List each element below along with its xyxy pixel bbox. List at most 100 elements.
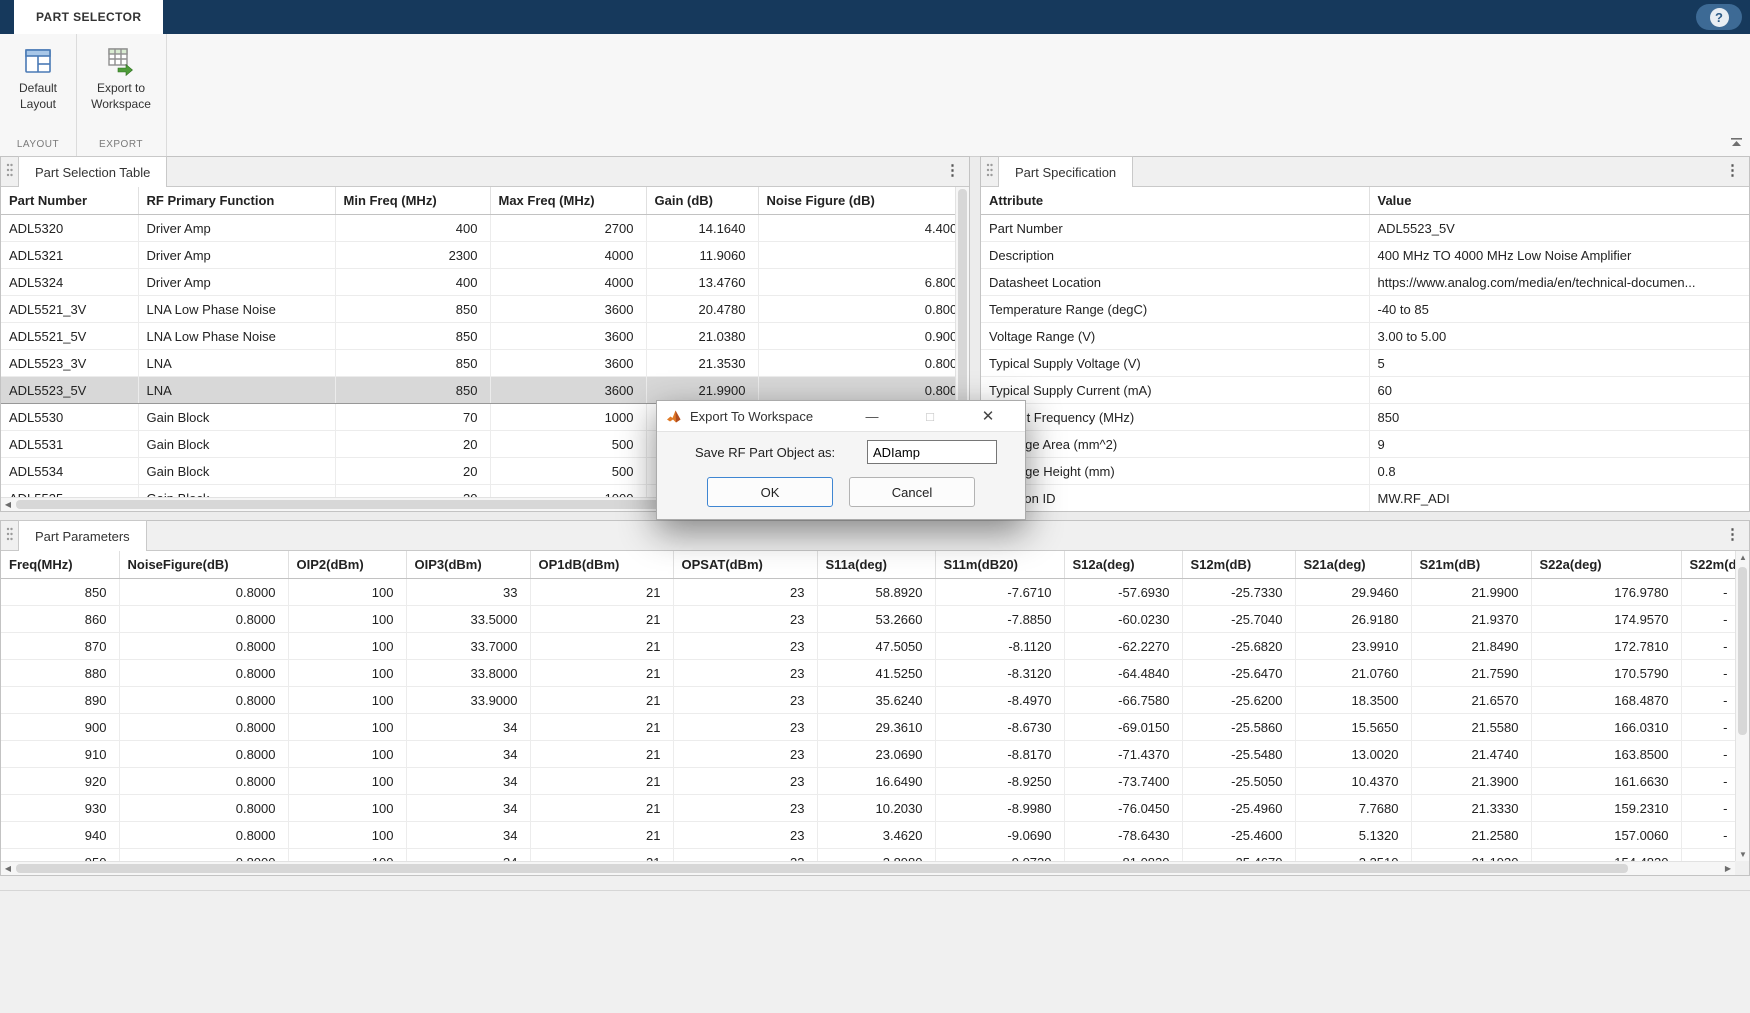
table-row[interactable]: 9000.800010034212329.3610-8.6730-69.0150…: [1, 714, 1735, 741]
cell[interactable]: -71.4370: [1064, 741, 1182, 768]
cell[interactable]: 3600: [490, 323, 646, 350]
column-header[interactable]: OIP3(dBm): [406, 551, 530, 579]
cell[interactable]: -25.4960: [1182, 795, 1295, 822]
table-row[interactable]: 9200.800010034212316.6490-8.9250-73.7400…: [1, 768, 1735, 795]
horizontal-scrollbar[interactable]: ◀ ▶: [1, 861, 1735, 875]
cell[interactable]: 161.6630: [1531, 768, 1681, 795]
table-row[interactable]: ADL5321Driver Amp2300400011.9060: [1, 242, 955, 269]
cell[interactable]: 21.1930: [1411, 849, 1531, 862]
cell[interactable]: 23: [673, 606, 817, 633]
cell[interactable]: Description: [981, 242, 1369, 269]
cell[interactable]: ADL5530: [1, 404, 138, 431]
cell[interactable]: 21.3330: [1411, 795, 1531, 822]
export-to-workspace-button[interactable]: Export to Workspace: [76, 34, 166, 132]
cell[interactable]: 0.8000: [119, 768, 288, 795]
cell[interactable]: 33: [406, 579, 530, 606]
cell[interactable]: 3600: [490, 350, 646, 377]
cell[interactable]: -8.1120: [935, 633, 1064, 660]
cell[interactable]: Gain Block: [138, 431, 335, 458]
cell[interactable]: -66.7580: [1064, 687, 1182, 714]
panel-grip-icon[interactable]: [986, 162, 993, 178]
column-header[interactable]: S21m(dB): [1411, 551, 1531, 579]
table-row[interactable]: Typical Supply Current (mA)60: [981, 377, 1749, 404]
cell[interactable]: 880: [1, 660, 119, 687]
table-row[interactable]: 9500.8000100342123-2.8980-9.0720-81.0820…: [1, 849, 1735, 862]
cell[interactable]: 0.8000: [758, 296, 955, 323]
cell[interactable]: -: [1681, 822, 1735, 849]
cell[interactable]: 34: [406, 768, 530, 795]
dialog-titlebar[interactable]: Export To Workspace — □ ✕: [657, 401, 1025, 432]
cell[interactable]: -8.6730: [935, 714, 1064, 741]
cell[interactable]: 100: [288, 822, 406, 849]
minimize-icon[interactable]: —: [857, 401, 887, 431]
cell[interactable]: Typical Supply Current (mA): [981, 377, 1369, 404]
cell[interactable]: Driver Amp: [138, 269, 335, 296]
cell[interactable]: -9.0690: [935, 822, 1064, 849]
cell[interactable]: -25.4670: [1182, 849, 1295, 862]
cell[interactable]: 47.5050: [817, 633, 935, 660]
cell[interactable]: 34: [406, 849, 530, 862]
cell[interactable]: 21.2580: [1411, 822, 1531, 849]
cell[interactable]: -76.0450: [1064, 795, 1182, 822]
cell[interactable]: -8.9980: [935, 795, 1064, 822]
cell[interactable]: 860: [1, 606, 119, 633]
cell[interactable]: 21: [530, 849, 673, 862]
cell[interactable]: 100: [288, 579, 406, 606]
column-header[interactable]: RF Primary Function: [138, 187, 335, 215]
cell[interactable]: 3.4620: [817, 822, 935, 849]
cell[interactable]: Temperature Range (degC): [981, 296, 1369, 323]
cell[interactable]: -7.6710: [935, 579, 1064, 606]
cell[interactable]: 21: [530, 795, 673, 822]
scrollbar-thumb[interactable]: [16, 864, 1628, 873]
cell[interactable]: 20: [335, 431, 490, 458]
cell[interactable]: Gain Block: [138, 404, 335, 431]
scroll-left-icon[interactable]: ◀: [1, 498, 15, 511]
cell[interactable]: Typical Supply Voltage (V): [981, 350, 1369, 377]
cell[interactable]: 850: [1369, 404, 1749, 431]
table-row[interactable]: ADL5324Driver Amp400400013.47606.8000: [1, 269, 955, 296]
cell[interactable]: 850: [335, 377, 490, 404]
cell[interactable]: 100: [288, 633, 406, 660]
cell[interactable]: 0.8000: [119, 849, 288, 862]
cell[interactable]: 0.8000: [119, 741, 288, 768]
cell[interactable]: 21: [530, 579, 673, 606]
cell[interactable]: 0.8000: [119, 822, 288, 849]
column-header[interactable]: Gain (dB): [646, 187, 758, 215]
cell[interactable]: -60.0230: [1064, 606, 1182, 633]
cell[interactable]: 870: [1, 633, 119, 660]
cell[interactable]: 2.3510: [1295, 849, 1411, 862]
cell[interactable]: -: [1681, 606, 1735, 633]
cell[interactable]: 0.8000: [119, 633, 288, 660]
cell[interactable]: 100: [288, 606, 406, 633]
cell[interactable]: 0.8000: [119, 795, 288, 822]
cell[interactable]: -: [1681, 660, 1735, 687]
cell[interactable]: ADL5523_5V: [1, 377, 138, 404]
cell[interactable]: 10.2030: [817, 795, 935, 822]
cell[interactable]: 15.5650: [1295, 714, 1411, 741]
cell[interactable]: -25.4600: [1182, 822, 1295, 849]
cell[interactable]: -: [1681, 714, 1735, 741]
overflow-icon[interactable]: ⋮: [1725, 163, 1740, 178]
cell[interactable]: 176.9780: [1531, 579, 1681, 606]
cell[interactable]: -62.2270: [1064, 633, 1182, 660]
cell[interactable]: 58.8920: [817, 579, 935, 606]
cell[interactable]: 0.9000: [758, 323, 955, 350]
column-header[interactable]: Noise Figure (dB): [758, 187, 955, 215]
cell[interactable]: 100: [288, 768, 406, 795]
table-row[interactable]: Typical Supply Voltage (V)5: [981, 350, 1749, 377]
tab-part-selection-table[interactable]: Part Selection Table: [18, 156, 167, 187]
cell[interactable]: -81.0820: [1064, 849, 1182, 862]
cell[interactable]: ADL5320: [1, 215, 138, 242]
cell[interactable]: -9.0720: [935, 849, 1064, 862]
cell[interactable]: 21.8490: [1411, 633, 1531, 660]
table-row[interactable]: Description400 MHz TO 4000 MHz Low Noise…: [981, 242, 1749, 269]
cell[interactable]: 3.00 to 5.00: [1369, 323, 1749, 350]
cell[interactable]: 100: [288, 741, 406, 768]
cell[interactable]: 11.9060: [646, 242, 758, 269]
cell[interactable]: MW.RF_ADI: [1369, 485, 1749, 512]
cell[interactable]: 21: [530, 822, 673, 849]
cell[interactable]: 70: [335, 404, 490, 431]
cell[interactable]: 400: [335, 215, 490, 242]
cell[interactable]: 163.8500: [1531, 741, 1681, 768]
cell[interactable]: LNA: [138, 377, 335, 404]
